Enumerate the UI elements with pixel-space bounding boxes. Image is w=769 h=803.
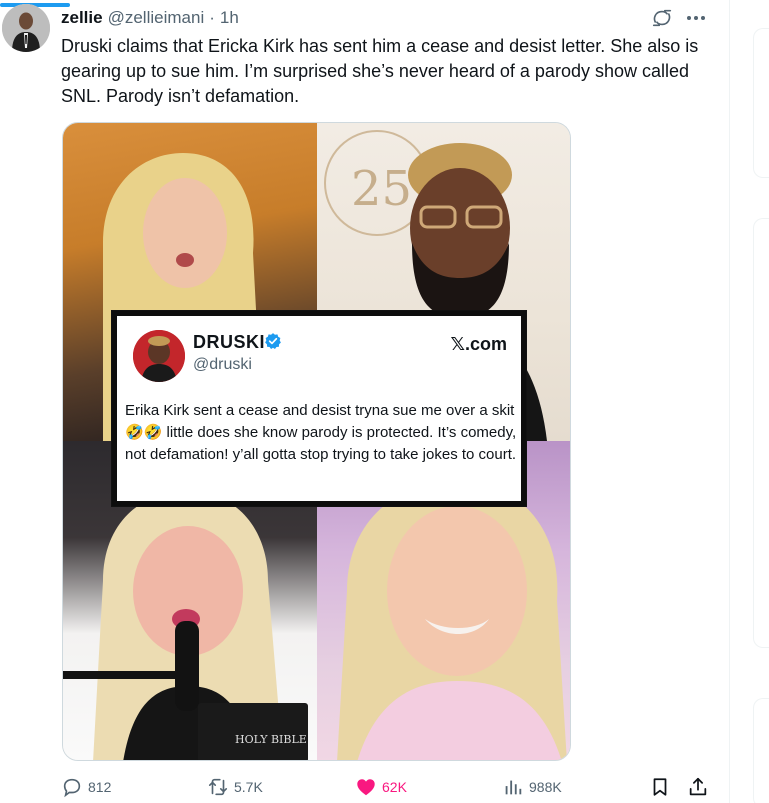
repost-icon	[208, 778, 228, 796]
avatar[interactable]	[2, 4, 50, 52]
embedded-post-avatar	[133, 330, 185, 382]
views-count: 988K	[529, 779, 562, 795]
tweet-text: Druski claims that Ericka Kirk has sent …	[61, 36, 699, 106]
embedded-post-handle: @druski	[193, 356, 252, 373]
tweet-actions-bar: 812 5.7K 62K 988K	[61, 776, 721, 802]
author-handle[interactable]: @zellieimani	[108, 8, 205, 28]
author-name[interactable]: zellie	[61, 8, 103, 28]
reply-button[interactable]: 812	[61, 776, 111, 798]
embedded-post-text: Erika Kirk sent a cease and desist tryna…	[125, 402, 517, 463]
tweet-header: zellie @zellieimani · 1h	[61, 8, 239, 28]
bookmark-button[interactable]	[649, 776, 671, 798]
reply-icon	[63, 778, 81, 798]
share-button[interactable]	[687, 776, 709, 798]
tweet: zellie @zellieimani · 1h Druski claims t…	[0, 0, 730, 803]
embedded-post-card: DRUSKI @druski 𝕏.com Erika Kirk sent a c…	[112, 311, 526, 506]
share-icon	[689, 777, 707, 796]
grok-icon[interactable]	[651, 7, 673, 29]
embedded-post-name: DRUSKI	[193, 332, 266, 352]
sidebar-card	[753, 698, 769, 803]
heart-icon	[357, 779, 375, 796]
like-count: 62K	[382, 779, 407, 795]
embedded-post-site: 𝕏.com	[450, 334, 507, 354]
bible-cover-text: HOLY BIBLE	[235, 733, 307, 746]
tweet-media-image[interactable]: 25 HOLY BIBLE DRUSKI @druski 𝕏.com Erika…	[62, 122, 571, 761]
timestamp[interactable]: 1h	[220, 8, 239, 28]
separator: ·	[209, 8, 215, 27]
more-options-icon[interactable]	[684, 8, 708, 28]
repost-count: 5.7K	[234, 779, 263, 795]
views-button[interactable]: 988K	[502, 776, 562, 798]
sidebar-card	[753, 218, 769, 648]
views-chart-icon	[505, 780, 522, 795]
verified-badge-icon	[265, 333, 281, 350]
sidebar-card	[753, 28, 769, 178]
like-button[interactable]: 62K	[355, 776, 407, 798]
repost-button[interactable]: 5.7K	[207, 776, 263, 798]
bookmark-icon	[653, 778, 667, 796]
reply-count: 812	[88, 779, 112, 795]
anniversary-number: 25	[351, 161, 412, 217]
